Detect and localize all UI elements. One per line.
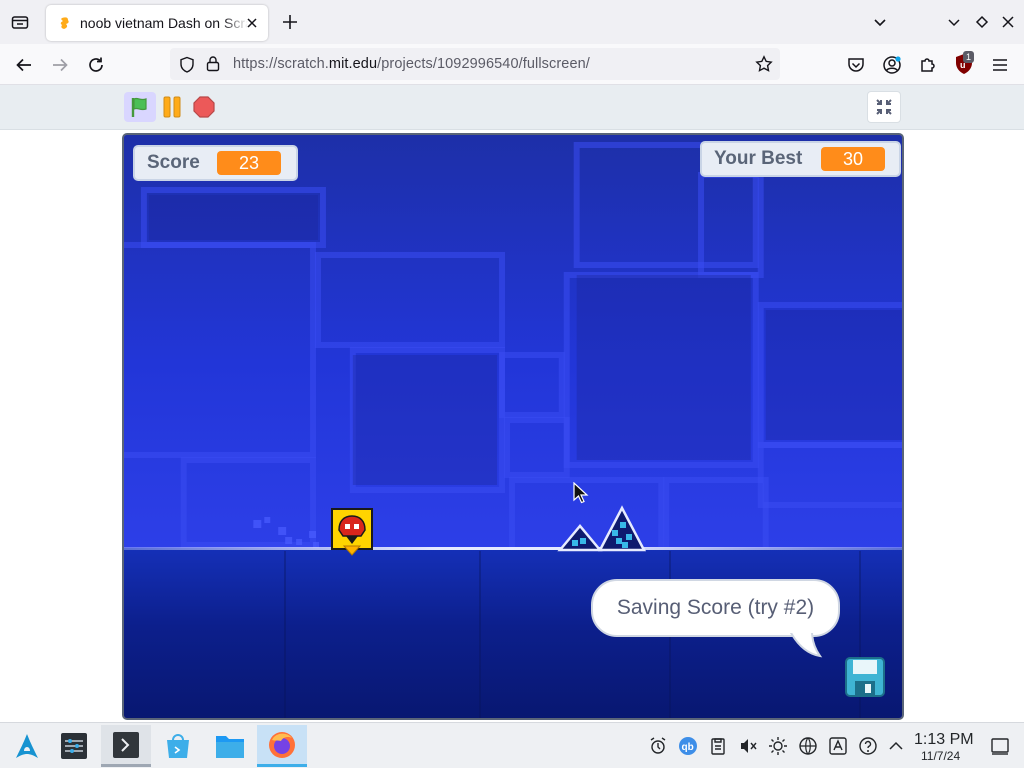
close-tab-icon[interactable] [244,15,260,31]
best-score-value: 30 [821,147,885,171]
browser-tab-active[interactable]: noob vietnam Dash on Scratch [46,5,268,41]
best-score-monitor: Your Best 30 [700,141,901,177]
reload-button[interactable] [85,54,107,76]
extensions-puzzle-icon[interactable] [918,55,938,75]
clock-time[interactable]: 1:13 PM [914,731,974,749]
url-path: /projects/1092996540/fullscreen/ [377,56,590,72]
qbittorrent-icon[interactable]: qb [678,736,698,756]
hamburger-menu-icon[interactable] [990,55,1010,75]
help-question-icon[interactable] [858,736,878,756]
ground-divider [479,551,481,718]
taskbar-terminal-app[interactable] [101,725,151,767]
speech-bubble-tail [788,629,823,658]
back-button[interactable] [13,54,35,76]
green-flag-button[interactable] [124,92,156,122]
new-tab-icon[interactable] [279,11,301,33]
scratch-player-controls [0,85,1024,130]
tab-overflow-chevron-icon[interactable] [870,12,890,32]
clock-date[interactable]: 11/7/24 [921,749,960,763]
network-globe-icon[interactable] [798,736,818,756]
taskbar-discover-app[interactable] [153,725,203,767]
best-score-label: Your Best [714,148,803,169]
taskbar-settings-app[interactable] [49,725,99,767]
extension-badge: 1 [963,51,975,63]
account-icon[interactable] [882,55,902,75]
score-value: 23 [217,151,281,175]
firefox-icon [269,731,295,758]
bookmark-star-icon[interactable] [755,55,773,73]
ublock-extension-button[interactable]: u 1 [954,51,976,77]
input-method-icon[interactable] [828,736,848,756]
system-settings-icon [61,733,87,759]
url-prefix: https://scratch. [233,56,329,72]
clipboard-icon[interactable] [708,736,728,756]
volume-muted-icon[interactable] [738,736,758,756]
score-monitor: Score 23 [133,145,298,181]
url-text[interactable]: https://scratch.mit.edu/projects/1092996… [233,56,590,72]
spike-obstacles [557,505,647,552]
browser-nav-bar: https://scratch.mit.edu/projects/1092996… [0,44,1024,85]
alarm-clock-icon[interactable] [648,736,668,756]
green-flag-icon [131,97,147,117]
terminal-icon [113,731,139,758]
reload-icon [89,57,103,72]
player-cube-sprite [331,508,373,556]
pocket-icon[interactable] [846,55,866,75]
maximize-diamond-icon[interactable] [972,12,992,32]
ground-line [124,547,902,550]
tab-list-button[interactable] [8,10,32,34]
taskbar-firefox-app[interactable] [257,725,307,767]
score-label: Score [147,152,200,173]
forward-arrow-icon [53,58,68,72]
tab-list-icon [11,16,29,29]
svg-text:qb: qb [682,742,694,753]
back-arrow-icon [16,58,31,72]
tray-expand-chevron-icon[interactable] [886,736,906,756]
app-launcher-button[interactable] [2,725,52,767]
exit-fullscreen-button[interactable] [867,91,901,123]
url-host: mit.edu [328,56,378,72]
show-desktop-icon[interactable] [990,736,1010,756]
minimize-chevron-icon[interactable] [944,12,964,32]
software-store-icon [167,734,189,758]
url-bar[interactable]: https://scratch.mit.edu/projects/1092996… [170,48,780,80]
tracking-shield-icon[interactable] [179,56,195,73]
scratch-favicon-icon [60,17,69,29]
pause-button[interactable] [161,96,183,118]
lock-icon[interactable] [206,55,220,72]
window-close-icon[interactable] [998,12,1018,32]
brightness-icon[interactable] [768,736,788,756]
scratch-stage[interactable]: Score 23 Your Best 30 Saving Score (try … [122,133,904,720]
exit-fullscreen-icon [876,99,892,115]
floppy-save-icon [845,657,885,697]
stop-button[interactable] [193,96,215,118]
browser-tab-bar: noob vietnam Dash on Scratch [0,0,1024,44]
ground-divider [284,551,286,718]
tab-title: noob vietnam Dash on Scratch [80,15,248,31]
system-taskbar: qb 1:13 PM 11/7/24 [0,722,1024,768]
mouse-cursor-icon [573,482,589,504]
folder-icon [216,736,244,758]
taskbar-file-manager-app[interactable] [205,725,255,767]
arch-linux-icon [16,734,38,758]
forward-button[interactable] [49,54,71,76]
speech-bubble-text: Saving Score (try #2) [616,596,815,619]
background-block-pattern [124,142,902,548]
